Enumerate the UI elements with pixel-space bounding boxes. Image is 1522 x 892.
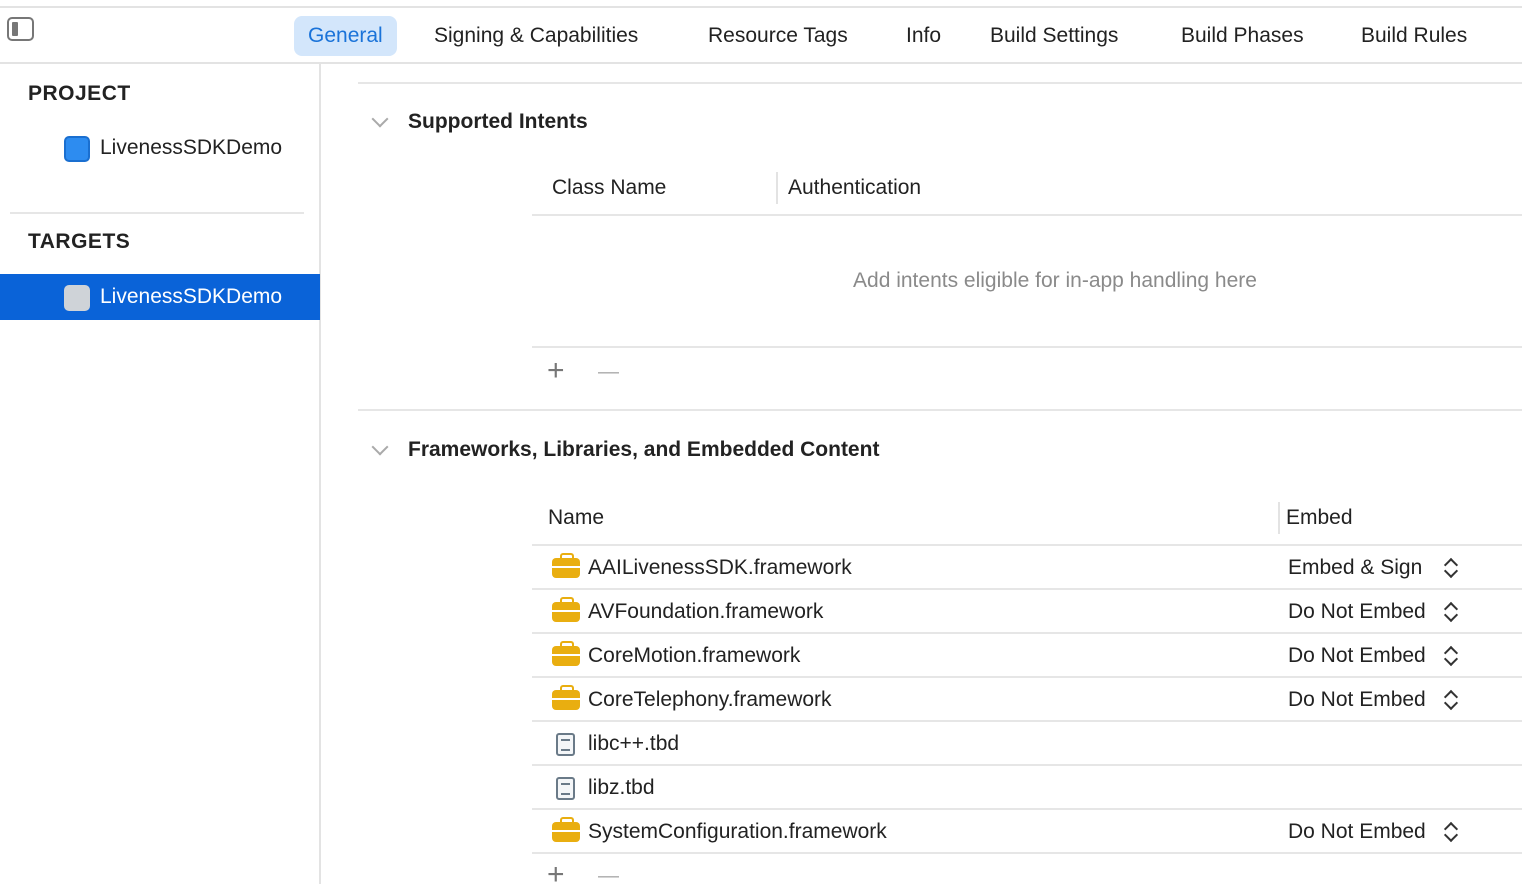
divider — [358, 82, 1522, 84]
framework-row[interactable]: libc++.tbd — [532, 722, 1522, 766]
project-navigator — [0, 64, 321, 884]
embed-popup[interactable]: Do Not Embed — [1288, 820, 1426, 844]
up-down-chevron-icon[interactable] — [1444, 820, 1458, 844]
divider — [10, 212, 304, 214]
framework-icon — [552, 817, 580, 842]
framework-name: libc++.tbd — [588, 732, 680, 755]
framework-icon — [552, 685, 580, 710]
tab-resource-tags[interactable]: Resource Tags — [694, 16, 862, 56]
add-intent-button[interactable]: + — [547, 354, 565, 388]
framework-icon — [552, 553, 580, 578]
framework-name: SystemConfiguration.framework — [588, 820, 887, 843]
project-item-label: LivenessSDKDemo — [100, 136, 283, 159]
app-target-icon — [64, 285, 90, 311]
column-header-embed[interactable]: Embed — [1286, 506, 1353, 530]
section-title-frameworks: Frameworks, Libraries, and Embedded Cont… — [408, 438, 880, 461]
embed-popup[interactable]: Do Not Embed — [1288, 600, 1426, 624]
target-item[interactable]: LivenessSDKDemo — [0, 274, 320, 320]
framework-row[interactable]: SystemConfiguration.framework Do Not Embe… — [532, 810, 1522, 854]
framework-row[interactable]: CoreMotion.framework Do Not Embed — [532, 634, 1522, 678]
up-down-chevron-icon[interactable] — [1444, 556, 1458, 580]
framework-row[interactable]: libz.tbd — [532, 766, 1522, 810]
up-down-chevron-icon[interactable] — [1444, 600, 1458, 624]
embed-popup[interactable]: Do Not Embed — [1288, 644, 1426, 668]
up-down-chevron-icon[interactable] — [1444, 644, 1458, 668]
column-divider — [776, 172, 778, 204]
remove-framework-button[interactable]: — — [598, 864, 619, 888]
divider — [358, 409, 1522, 411]
targets-header: TARGETS — [28, 230, 131, 253]
framework-icon — [552, 597, 580, 622]
tab-build-rules[interactable]: Build Rules — [1347, 16, 1481, 56]
divider — [532, 346, 1522, 348]
column-header-class-name[interactable]: Class Name — [552, 176, 666, 200]
framework-row[interactable]: AVFoundation.framework Do Not Embed — [532, 590, 1522, 634]
tab-build-settings[interactable]: Build Settings — [976, 16, 1132, 56]
up-down-chevron-icon[interactable] — [1444, 688, 1458, 712]
framework-name: libz.tbd — [588, 776, 655, 799]
framework-name: AVFoundation.framework — [588, 600, 824, 623]
framework-row[interactable]: AAILivenessSDK.framework Embed & Sign — [532, 546, 1522, 590]
intents-placeholder: Add intents eligible for in-app handling… — [853, 269, 1257, 292]
chevron-down-icon[interactable] — [371, 110, 389, 128]
tab-build-phases[interactable]: Build Phases — [1167, 16, 1318, 56]
column-divider — [1278, 502, 1280, 534]
embed-popup[interactable]: Do Not Embed — [1288, 688, 1426, 712]
chevron-down-icon[interactable] — [371, 438, 389, 456]
remove-intent-button[interactable]: — — [598, 360, 619, 384]
framework-icon — [552, 641, 580, 666]
target-item-label: LivenessSDKDemo — [100, 285, 283, 308]
framework-name: CoreTelephony.framework — [588, 688, 832, 711]
add-framework-button[interactable]: + — [547, 858, 565, 892]
sidebar-toggle-icon[interactable] — [7, 17, 34, 41]
framework-row[interactable]: CoreTelephony.framework Do Not Embed — [532, 678, 1522, 722]
column-header-authentication[interactable]: Authentication — [788, 176, 921, 200]
section-title-intents: Supported Intents — [408, 110, 588, 133]
project-item[interactable]: LivenessSDKDemo — [0, 125, 320, 171]
embed-popup[interactable]: Embed & Sign — [1288, 556, 1422, 580]
tab-info[interactable]: Info — [892, 16, 955, 56]
tbd-file-icon — [556, 733, 575, 756]
project-header: PROJECT — [28, 82, 131, 105]
tab-signing-capabilities[interactable]: Signing & Capabilities — [420, 16, 652, 56]
framework-name: CoreMotion.framework — [588, 644, 801, 667]
column-header-name[interactable]: Name — [548, 506, 604, 530]
tbd-file-icon — [556, 777, 575, 800]
divider — [532, 214, 1522, 216]
framework-name: AAILivenessSDK.framework — [588, 556, 852, 579]
tab-general[interactable]: General — [294, 16, 397, 56]
xcode-project-icon — [64, 136, 90, 162]
